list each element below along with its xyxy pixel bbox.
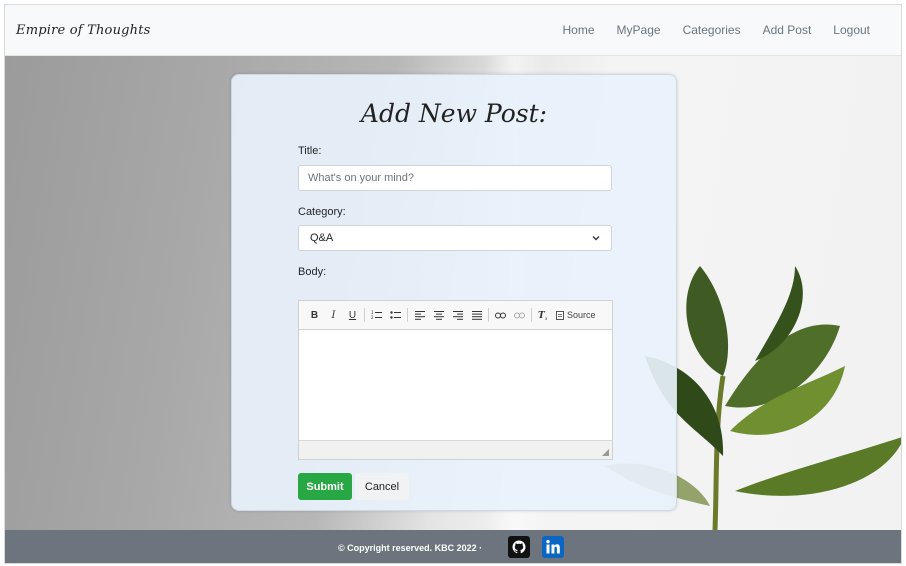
copyright-text: © Copyright reserved. KBC 2022 · (338, 543, 483, 553)
toolbar-separator (488, 308, 489, 322)
body-label: Body: (298, 266, 327, 278)
nav-home-link[interactable]: Home (552, 23, 606, 37)
align-left-icon[interactable] (410, 307, 429, 323)
source-icon (556, 310, 564, 320)
unlink-icon[interactable] (510, 307, 529, 323)
footer: © Copyright reserved. KBC 2022 · (5, 530, 901, 563)
brand-logo[interactable]: Empire of Thoughts (16, 23, 151, 38)
nav-logout-link[interactable]: Logout (822, 23, 881, 37)
category-selected-value: Q&A (310, 232, 334, 244)
chevron-down-icon (592, 236, 600, 241)
title-input[interactable] (298, 165, 612, 191)
underline-button[interactable]: U (343, 307, 362, 323)
editor-status-bar (299, 440, 612, 459)
source-button[interactable]: Source (556, 310, 596, 320)
numbered-list-icon[interactable]: 12 (367, 307, 386, 323)
svg-text:x: x (545, 316, 548, 320)
add-post-card: Add New Post: Title: Category: Q&A Body:… (231, 74, 677, 511)
bold-button[interactable]: B (305, 307, 324, 323)
app-window: Empire of Thoughts Home MyPage Categorie… (4, 4, 902, 564)
linkedin-icon[interactable] (542, 536, 564, 558)
category-select[interactable]: Q&A (298, 225, 612, 251)
link-icon[interactable] (491, 307, 510, 323)
resize-handle-icon[interactable] (602, 449, 609, 456)
category-label: Category: (298, 206, 346, 218)
italic-button[interactable]: I (324, 307, 343, 323)
justify-icon[interactable] (467, 307, 486, 323)
title-label: Title: (298, 145, 322, 157)
github-icon[interactable] (508, 536, 530, 558)
editor-toolbar: B I U 12 T x Source (299, 301, 612, 330)
navbar: Empire of Thoughts Home MyPage Categorie… (5, 5, 901, 56)
source-label: Source (567, 310, 596, 320)
nav-mypage-link[interactable]: MyPage (606, 23, 672, 37)
bulleted-list-icon[interactable] (386, 307, 405, 323)
remove-format-icon[interactable]: Tx (534, 307, 553, 323)
toolbar-separator (364, 308, 365, 322)
rich-text-editor: B I U 12 T x Source (298, 300, 613, 460)
nav-add-post-link[interactable]: Add Post (752, 23, 823, 37)
toolbar-separator (531, 308, 532, 322)
align-right-icon[interactable] (448, 307, 467, 323)
svg-text:2: 2 (371, 315, 374, 320)
align-center-icon[interactable] (429, 307, 448, 323)
cancel-button[interactable]: Cancel (355, 473, 409, 500)
toolbar-separator (407, 308, 408, 322)
editor-content-area[interactable] (299, 330, 612, 440)
nav-categories-link[interactable]: Categories (672, 23, 752, 37)
page-title: Add New Post: (360, 99, 548, 128)
nav-links: Home MyPage Categories Add Post Logout (552, 23, 881, 37)
submit-button[interactable]: Submit (298, 473, 352, 500)
